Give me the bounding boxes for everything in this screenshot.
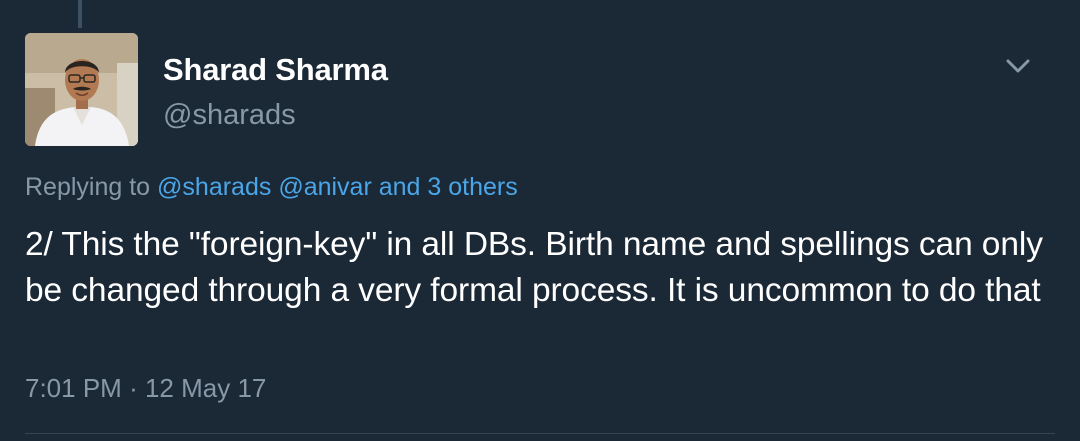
tweet-card: Sharad Sharma @sharads Replying to @shar…	[0, 0, 1080, 441]
mention-link-sharads[interactable]: @sharads	[157, 173, 271, 201]
tweet-time: 7:01 PM	[25, 373, 122, 403]
tweet-timestamp[interactable]: 7:01 PM · 12 May 17	[25, 370, 266, 406]
others-link[interactable]: 3 others	[427, 173, 517, 201]
timestamp-separator: ·	[129, 373, 138, 403]
avatar-photo	[25, 33, 138, 146]
reply-connector[interactable]: and	[379, 173, 421, 201]
chevron-down-icon[interactable]	[1000, 48, 1036, 84]
author-handle[interactable]: @sharads	[163, 95, 296, 135]
tweet-date: 12 May 17	[144, 373, 267, 403]
avatar[interactable]	[25, 33, 138, 146]
tweet-text: 2/ This the "foreign-key" in all DBs. Bi…	[25, 226, 1043, 309]
mention-link-anivar[interactable]: @anivar	[278, 173, 371, 201]
replying-to-context: Replying to @sharads @anivar and 3 other…	[25, 170, 518, 204]
replying-to-label: Replying to	[25, 173, 151, 201]
thread-connector-line	[78, 0, 82, 28]
divider	[25, 433, 1055, 434]
author-display-name[interactable]: Sharad Sharma	[163, 50, 388, 90]
